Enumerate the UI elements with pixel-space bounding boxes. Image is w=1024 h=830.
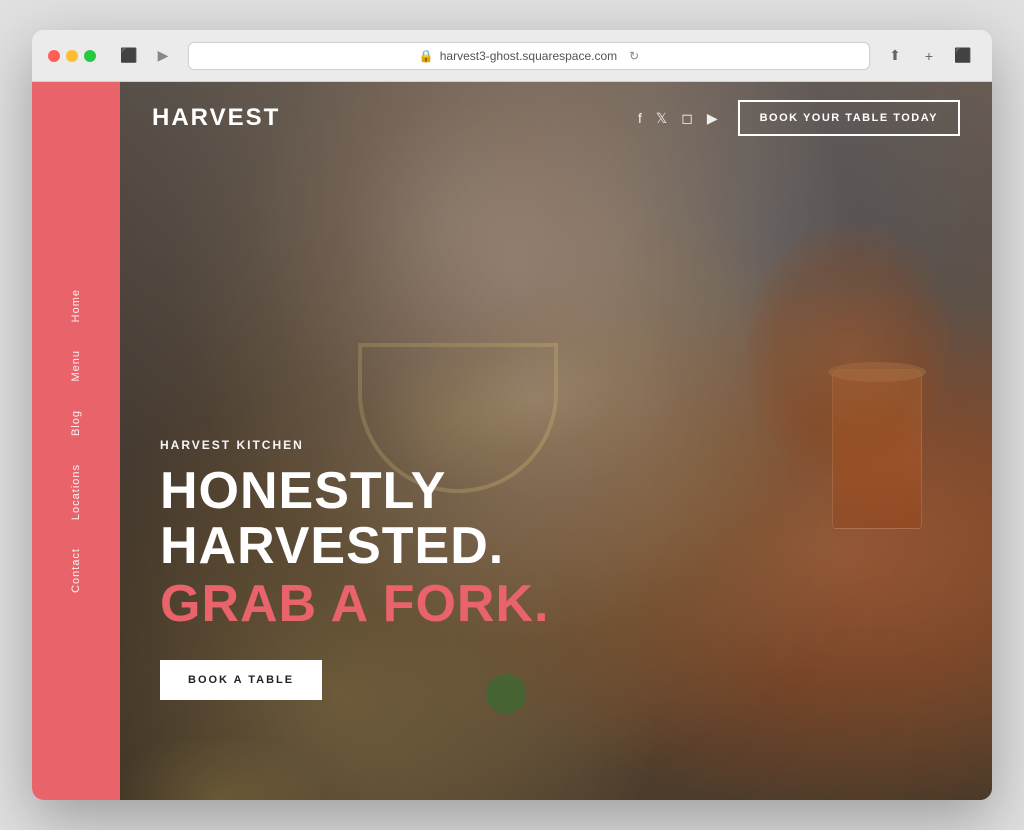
hero-title-line2: HARVESTED.	[160, 517, 504, 575]
book-table-header-button[interactable]: BOOK YOUR TABLE TODAY	[738, 100, 960, 136]
youtube-icon[interactable]: ▶	[707, 110, 718, 127]
browser-chrome: ⬛ ▶ 🔒 harvest3-ghost.squarespace.com ↻ ⬆…	[32, 30, 992, 82]
sidebar: Home Menu Blog Locations Contact	[32, 82, 120, 800]
instagram-icon[interactable]: ◻	[681, 110, 693, 127]
site-header: HARVEST f 𝕏 ◻ ▶ BOOK YOUR TABLE TODAY	[120, 82, 992, 154]
fullscreen-button[interactable]	[84, 50, 96, 62]
address-bar[interactable]: 🔒 harvest3-ghost.squarespace.com ↻	[188, 42, 870, 70]
sidebar-item-home[interactable]: Home	[70, 275, 82, 336]
sidebar-item-blog[interactable]: Blog	[70, 396, 82, 450]
hero-content: HARVEST KITCHEN HONESTLY HARVESTED. GRAB…	[160, 438, 549, 700]
lock-icon: 🔒	[419, 49, 434, 63]
hero-subtitle: HARVEST KITCHEN	[160, 438, 549, 452]
website-content: Home Menu Blog Locations Contact	[32, 82, 992, 800]
hero-title-accent: GRAB A FORK.	[160, 577, 549, 632]
browser-window: ⬛ ▶ 🔒 harvest3-ghost.squarespace.com ↻ ⬆…	[32, 30, 992, 800]
header-right: f 𝕏 ◻ ▶ BOOK YOUR TABLE TODAY	[638, 100, 960, 136]
share-button[interactable]: ⬆	[882, 43, 908, 69]
close-button[interactable]	[48, 50, 60, 62]
browser-actions: ⬆ + ⬛	[882, 43, 976, 69]
facebook-icon[interactable]: f	[638, 110, 642, 126]
sidebar-item-menu[interactable]: Menu	[70, 336, 82, 396]
site-logo[interactable]: HARVEST	[152, 104, 638, 132]
back-button[interactable]: ⬛	[116, 43, 142, 69]
twitter-icon[interactable]: 𝕏	[656, 110, 667, 127]
social-links: f 𝕏 ◻ ▶	[638, 110, 718, 127]
sidebar-item-contact[interactable]: Contact	[70, 534, 82, 607]
reload-icon[interactable]: ↻	[629, 49, 639, 63]
browser-nav-controls: ⬛ ▶	[116, 43, 176, 69]
forward-button[interactable]: ▶	[150, 43, 176, 69]
minimize-button[interactable]	[66, 50, 78, 62]
new-tab-button[interactable]: +	[916, 43, 942, 69]
hero-title: HONESTLY HARVESTED.	[160, 464, 549, 573]
main-content: HARVEST f 𝕏 ◻ ▶ BOOK YOUR TABLE TODAY HA…	[120, 82, 992, 800]
hero-title-line1: HONESTLY	[160, 462, 446, 520]
tab-overview-button[interactable]: ⬛	[950, 43, 976, 69]
traffic-lights	[48, 50, 96, 62]
sidebar-item-locations[interactable]: Locations	[70, 450, 82, 534]
book-table-hero-button[interactable]: BOOK A TABLE	[160, 660, 322, 700]
url-text: harvest3-ghost.squarespace.com	[440, 49, 617, 63]
sidebar-nav: Home Menu Blog Locations Contact	[70, 82, 82, 800]
